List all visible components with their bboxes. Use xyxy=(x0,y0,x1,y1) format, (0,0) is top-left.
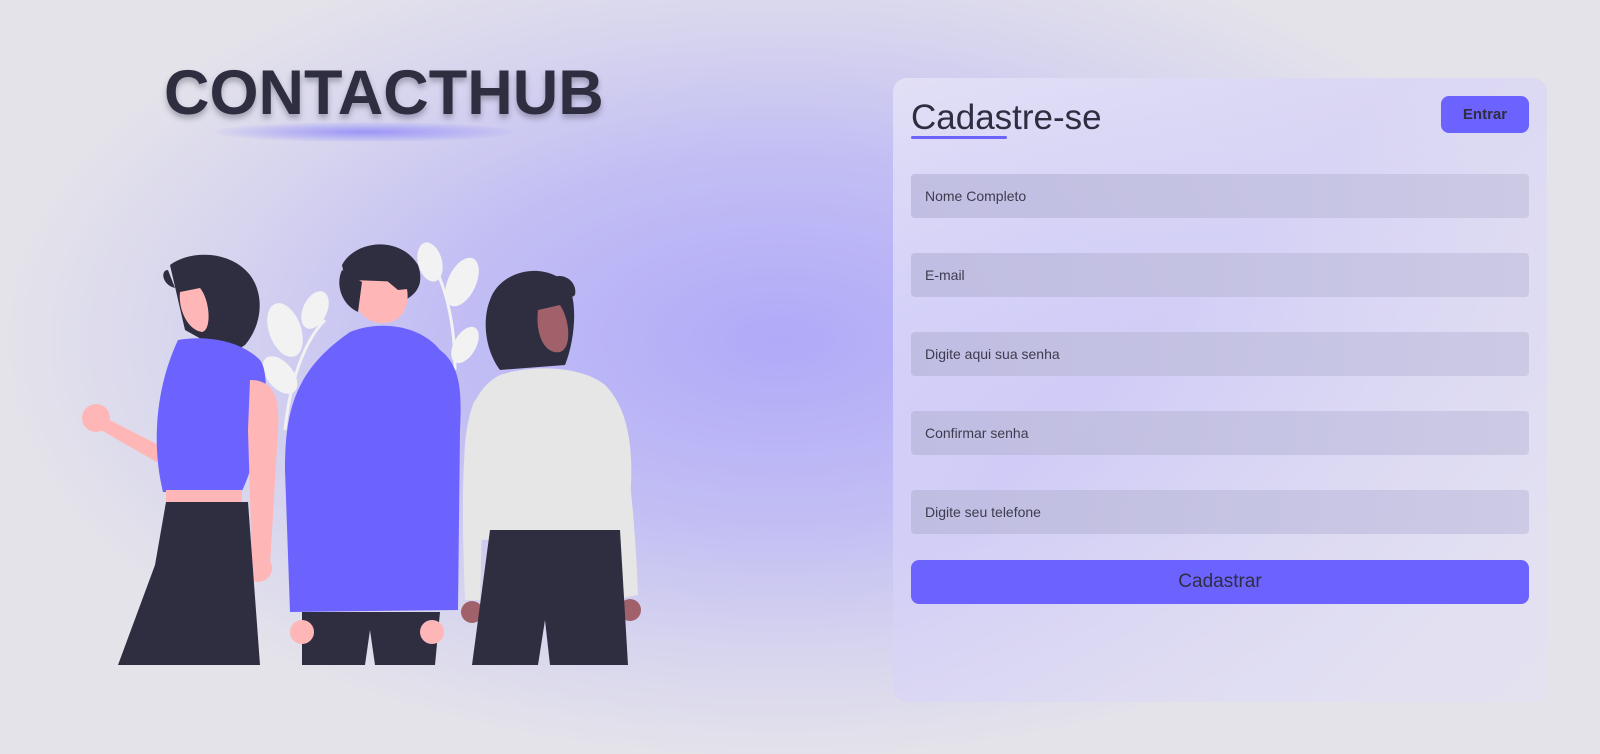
brand: CONTACTHUB xyxy=(164,58,604,142)
brand-glow xyxy=(214,122,514,142)
email-input[interactable] xyxy=(911,253,1529,297)
team-illustration xyxy=(80,240,660,680)
register-card: Cadastre-se Entrar Cadastrar xyxy=(893,78,1547,702)
brand-title: CONTACTHUB xyxy=(164,58,604,128)
title-underline xyxy=(911,136,1007,139)
person-left xyxy=(82,254,279,665)
person-right xyxy=(461,270,641,665)
full-name-input[interactable] xyxy=(911,174,1529,218)
card-header: Cadastre-se Entrar xyxy=(911,96,1529,140)
login-button[interactable]: Entrar xyxy=(1441,96,1529,133)
register-form xyxy=(911,174,1529,569)
register-page: CONTACTHUB Cadastre-se Entrar Nome Compl… xyxy=(0,0,1600,754)
confirm-password-input[interactable] xyxy=(911,411,1529,455)
phone-input[interactable] xyxy=(911,490,1529,534)
password-input[interactable] xyxy=(911,332,1529,376)
team-illustration-svg xyxy=(82,242,641,665)
register-submit-button[interactable]: Cadastrar xyxy=(911,560,1529,604)
register-title: Cadastre-se xyxy=(911,98,1102,137)
